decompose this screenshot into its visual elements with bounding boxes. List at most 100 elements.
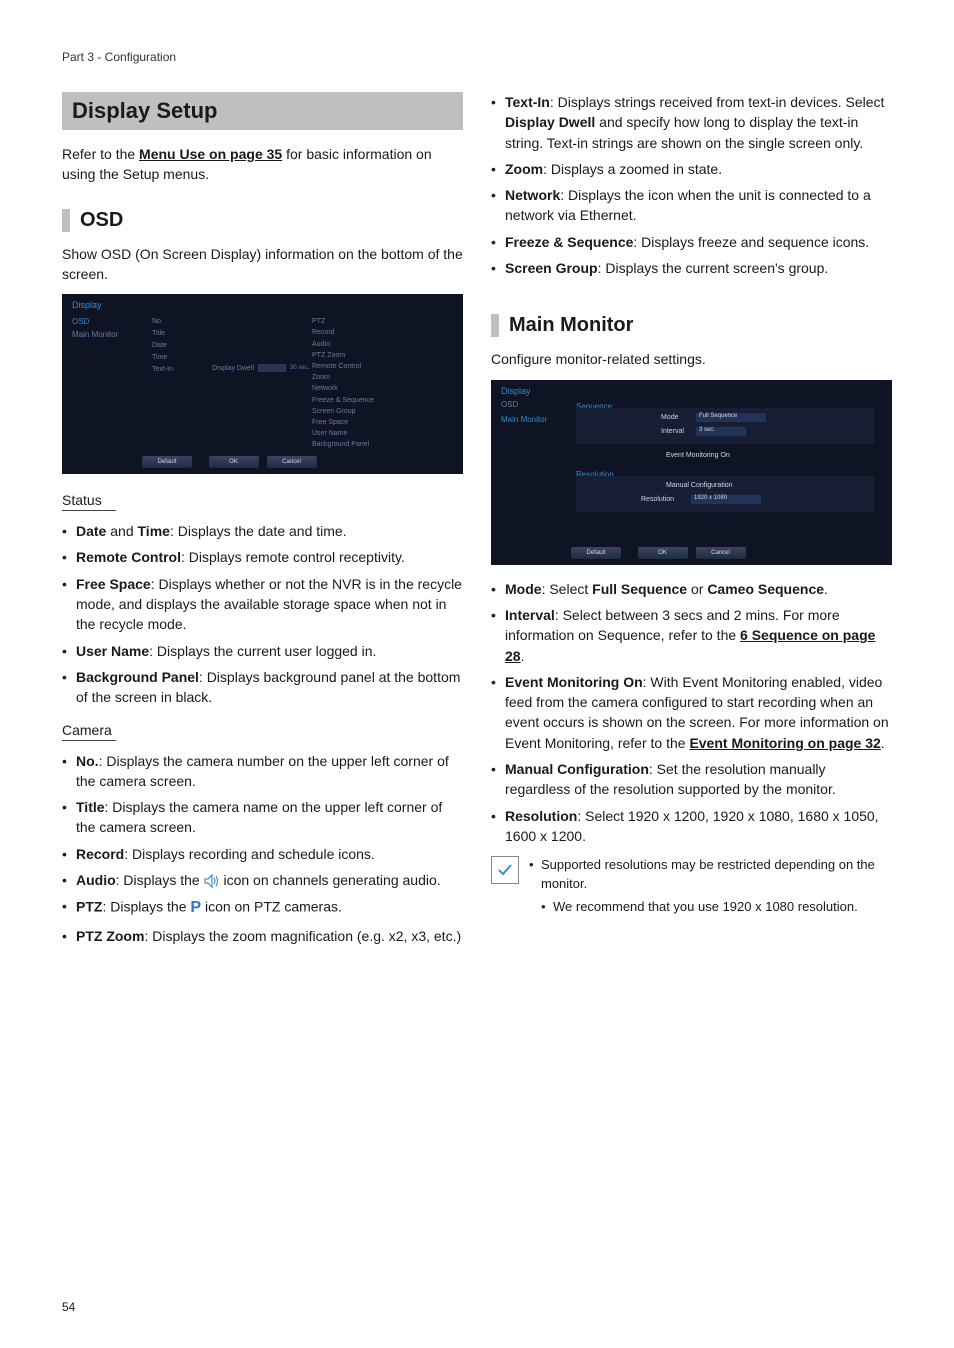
ss-item: Background Panel — [312, 439, 374, 450]
term: Title — [76, 799, 105, 815]
text: : Displays recording and schedule icons. — [124, 846, 375, 862]
text: icon on channels generating audio. — [223, 872, 440, 888]
text: : Displays a zoomed in state. — [543, 161, 722, 177]
term: Event Monitoring On — [505, 674, 643, 690]
text: : Displays the zoom magnification (e.g. … — [144, 928, 461, 944]
list-item: No.: Displays the camera number on the u… — [62, 751, 463, 792]
list-item: Remote Control: Displays remote control … — [62, 547, 463, 567]
ss-bottom-buttons: OK Cancel — [491, 547, 892, 559]
ss-label-interval: Interval — [661, 428, 684, 435]
text: or — [687, 581, 707, 597]
text: . — [881, 735, 885, 751]
note-item: Supported resolutions may be restricted … — [529, 856, 892, 894]
list-item: Zoom: Displays a zoomed in state. — [491, 159, 892, 179]
ss-label-mode: Mode — [661, 414, 679, 421]
note-body: Supported resolutions may be restricted … — [529, 856, 892, 921]
status-list: Date and Time: Displays the date and tim… — [62, 521, 463, 707]
ss-dropdown: 1920 x 1080 — [691, 495, 761, 504]
text: : Displays the date and time. — [170, 523, 347, 539]
heading-main-monitor: Main Monitor — [491, 314, 892, 337]
ss-side-osd: OSD — [501, 400, 518, 409]
list-item: Text-In: Displays strings received from … — [491, 92, 892, 153]
page: Part 3 - Configuration Display Setup Ref… — [0, 0, 954, 1348]
link-event-monitoring[interactable]: Event Monitoring on page 32 — [689, 735, 880, 751]
list-item: Freeze & Sequence: Displays freeze and s… — [491, 232, 892, 252]
heading-text: Main Monitor — [509, 314, 633, 337]
term: Freeze & Sequence — [505, 234, 633, 250]
note-box: Supported resolutions may be restricted … — [491, 856, 892, 921]
text: and — [106, 523, 137, 539]
list-item: Free Space: Displays whether or not the … — [62, 574, 463, 635]
ss-item: Remote Control — [312, 361, 374, 372]
ss-item: PTZ — [312, 316, 374, 327]
term: PTZ — [76, 899, 102, 915]
ss-item: Date — [152, 340, 173, 352]
ss-item: Free Space — [312, 417, 374, 428]
display-setup-intro: Refer to the Menu Use on page 35 for bas… — [62, 144, 463, 185]
ss-side-main-monitor: Main Monitor — [501, 415, 547, 424]
text: icon on PTZ cameras. — [205, 899, 342, 915]
term: Date — [76, 523, 106, 539]
text: : Displays the — [116, 872, 204, 888]
ss-spinner — [258, 364, 286, 372]
heading-text: Display Setup — [72, 98, 217, 123]
ss-item: Title — [152, 328, 173, 340]
heading-display-setup: Display Setup — [62, 92, 463, 130]
list-item: PTZ: Displays the P icon on PTZ cameras. — [62, 896, 463, 919]
heading-text: OSD — [80, 209, 123, 232]
list-item: User Name: Displays the current user log… — [62, 641, 463, 661]
screenshot-main-monitor: Display OSD Main Monitor Sequence Mode F… — [491, 380, 892, 565]
ss-ok-button: OK — [209, 456, 259, 468]
ss-item: User Name — [312, 428, 374, 439]
text: : Displays the icon when the unit is con… — [505, 187, 871, 223]
link-menu-use[interactable]: Menu Use on page 35 — [139, 146, 282, 162]
heading-rule — [491, 314, 499, 337]
term: Remote Control — [76, 549, 181, 565]
term: Full Sequence — [592, 581, 687, 597]
list-item: Title: Displays the camera name on the u… — [62, 797, 463, 838]
list-item: Background Panel: Displays background pa… — [62, 667, 463, 708]
ss-item: Time — [152, 352, 173, 364]
text: : Displays the camera name on the upper … — [76, 799, 442, 835]
text: : Displays remote control receptivity. — [181, 549, 405, 565]
screenshot-osd: Display OSD Main Monitor No. Title Date … — [62, 294, 463, 474]
text: : Displays the — [102, 899, 190, 915]
term: Screen Group — [505, 260, 598, 276]
main-monitor-intro: Configure monitor-related settings. — [491, 349, 892, 369]
list-item: Event Monitoring On: With Event Monitori… — [491, 672, 892, 753]
ss-item: Freeze & Sequence — [312, 395, 374, 406]
ss-item: PTZ Zoom — [312, 350, 374, 361]
text: : Displays the current user logged in. — [149, 643, 376, 659]
text: : Displays the camera number on the uppe… — [76, 753, 449, 789]
term: Mode — [505, 581, 542, 597]
term: Display Dwell — [505, 114, 595, 130]
text: : Displays strings received from text-in… — [550, 94, 885, 110]
list-item: Screen Group: Displays the current scree… — [491, 258, 892, 278]
ss-cancel-button: Cancel — [267, 456, 317, 468]
top-continued-list: Text-In: Displays strings received from … — [491, 92, 892, 278]
audio-icon — [204, 874, 220, 888]
text: : Select — [542, 581, 593, 597]
ss-display-dwell: Display Dwell 30 sec. — [212, 364, 309, 372]
list-item: Mode: Select Full Sequence or Cameo Sequ… — [491, 579, 892, 599]
ss-checkbox-event-monitoring: Event Monitoring On — [666, 452, 730, 459]
ss-item: Zoom — [312, 372, 374, 383]
ss-item: No. — [152, 316, 173, 328]
ss-cancel-button: Cancel — [696, 547, 746, 559]
ss-label: Display Dwell — [212, 365, 254, 372]
ss-bottom-buttons: OK Cancel — [62, 456, 463, 468]
list-item: Date and Time: Displays the date and tim… — [62, 521, 463, 541]
ss-ok-button: OK — [638, 547, 688, 559]
ptz-icon: P — [190, 896, 201, 919]
ss-item: Screen Group — [312, 406, 374, 417]
two-column-layout: Display Setup Refer to the Menu Use on p… — [62, 92, 892, 952]
text: . — [521, 648, 525, 664]
text: . — [824, 581, 828, 597]
ss-side-osd: OSD — [72, 316, 118, 329]
heading-rule — [62, 209, 70, 232]
term: Interval — [505, 607, 555, 623]
ss-item: Audio — [312, 339, 374, 350]
list-item: PTZ Zoom: Displays the zoom magnificatio… — [62, 926, 463, 946]
ss-dropdown: Full Sequence — [696, 413, 766, 422]
term: User Name — [76, 643, 149, 659]
